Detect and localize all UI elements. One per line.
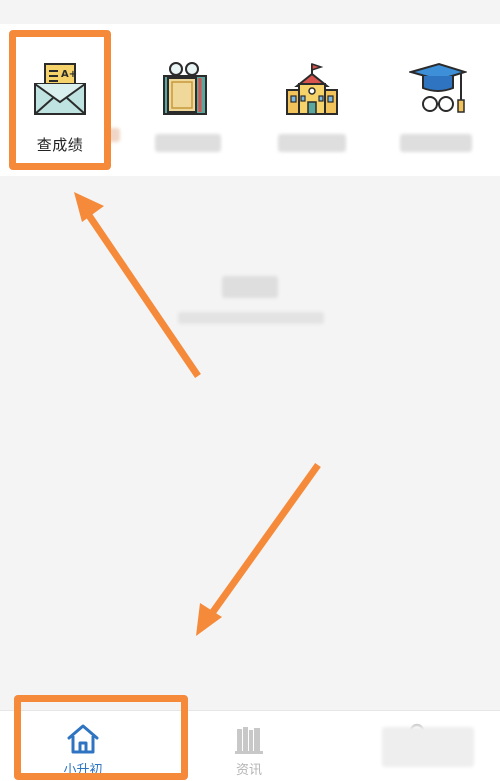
books-icon — [235, 727, 263, 754]
tab-news[interactable]: 资讯 — [166, 711, 332, 781]
quick-action-label: 查成绩 — [36, 136, 84, 154]
quick-action-check-scores[interactable]: A+ 查成绩 — [0, 24, 120, 174]
quick-actions-panel: A+ 查成绩 — [0, 24, 500, 176]
bottom-tab-bar: 小升初 资讯 — [0, 710, 500, 781]
tab-profile[interactable] — [334, 711, 500, 781]
blurred-label — [400, 134, 472, 152]
quick-action-certificate[interactable] — [125, 24, 245, 174]
content-area — [0, 176, 500, 710]
tab-label: 小升初 — [63, 763, 103, 778]
blurred-placeholder-text — [178, 312, 324, 324]
status-bar-area — [0, 0, 500, 24]
blurred-label — [278, 134, 346, 152]
tab-home[interactable]: 小升初 — [0, 711, 166, 781]
quick-action-school[interactable] — [252, 24, 372, 174]
blurred-label — [382, 727, 474, 767]
report-card-envelope-icon: A+ — [34, 63, 86, 115]
home-icon — [67, 724, 99, 754]
certificate-scroll-icon — [163, 62, 207, 115]
svg-text:A+: A+ — [61, 69, 77, 80]
school-building-icon — [286, 62, 338, 115]
tab-label: 资讯 — [235, 763, 262, 778]
graduation-cap-icon — [409, 62, 467, 113]
quick-action-graduation[interactable] — [378, 24, 498, 174]
blurred-label — [155, 134, 221, 152]
blurred-fragment — [108, 128, 120, 142]
blurred-placeholder-title — [222, 276, 278, 298]
